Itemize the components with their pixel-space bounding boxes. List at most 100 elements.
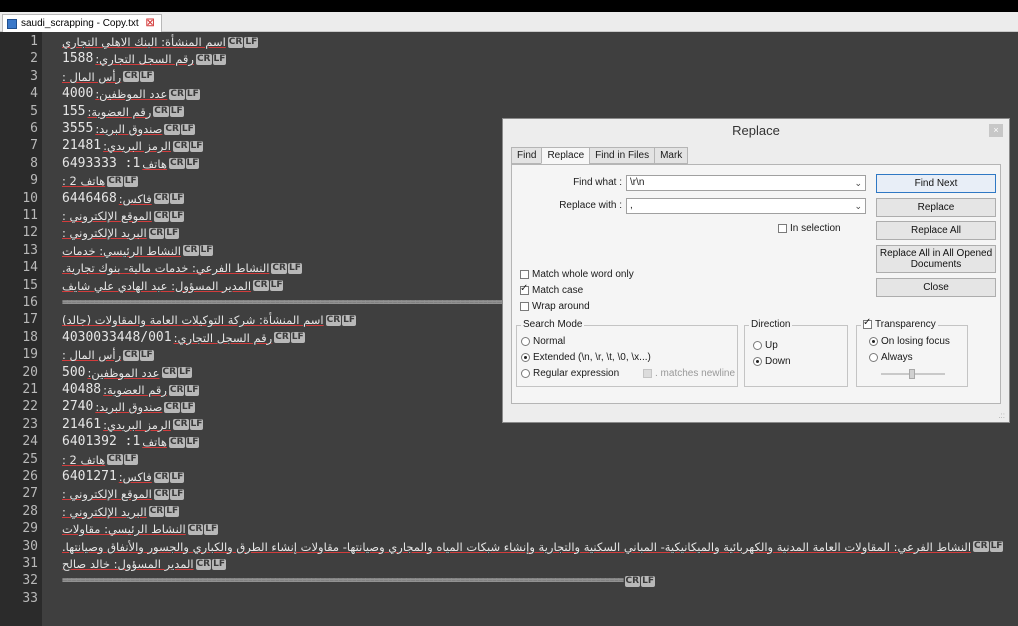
editor-line[interactable]: 3 رأس المال : CR LF — [0, 69, 1018, 85]
in-selection-option[interactable]: In selection — [778, 223, 841, 234]
close-tab-icon[interactable]: ☒ — [146, 18, 155, 29]
tab-find[interactable]: Find — [511, 147, 543, 164]
cr-marker: CR — [153, 106, 169, 118]
replace-all-docs-button[interactable]: Replace All in All Opened Documents — [876, 245, 996, 273]
lf-marker: LF — [170, 193, 185, 205]
match-case-option[interactable]: Match case — [520, 283, 583, 296]
tab-file[interactable]: saudi_scrapping - Copy.txt ☒ — [2, 14, 162, 32]
direction-up-option[interactable]: Up — [753, 340, 778, 351]
mode-regex-label: Regular expression — [533, 368, 620, 379]
arabic-text: النشاط الفرعي: المقاولات العامة المدنية … — [62, 539, 972, 554]
always-option[interactable]: Always — [869, 352, 913, 363]
match-case-checkbox[interactable] — [520, 283, 529, 295]
editor-line[interactable]: 32 ======================================… — [0, 573, 1018, 589]
line-content: ========================================… — [62, 573, 658, 589]
mode-normal-option[interactable]: Normal — [521, 336, 565, 347]
crlf-marker: CRLF — [168, 158, 200, 170]
editor-line[interactable]: 26 6401271 فاكس: CR LF — [0, 469, 1018, 485]
chevron-down-icon[interactable]: ⌄ — [854, 199, 862, 213]
match-whole-word-option[interactable]: Match whole word only — [520, 269, 634, 280]
lf-marker: LF — [165, 506, 180, 518]
replace-all-button[interactable]: Replace All — [876, 221, 996, 240]
tab-replace[interactable]: Replace — [541, 147, 591, 164]
replace-with-value: , — [630, 200, 633, 211]
editor-line[interactable]: 29 النشاط الرئيسي: مقاولات CR LF — [0, 521, 1018, 537]
mode-regex-option[interactable]: Regular expression — [521, 368, 619, 379]
line-content: 3555 صندوق البريد: CR LF — [62, 121, 198, 137]
replace-with-input[interactable]: , ⌄ — [626, 198, 866, 214]
editor-line[interactable]: 30 النشاط الفرعي: المقاولات العامة المدني… — [0, 539, 1018, 555]
tab-mark[interactable]: Mark — [654, 147, 689, 164]
mode-extended-option[interactable]: Extended (\n, \r, \t, \0, \x...) — [521, 352, 651, 363]
on-losing-focus-radio[interactable] — [869, 336, 878, 346]
editor-line[interactable]: 4 4000 عدد الموظفين: CR LF — [0, 86, 1018, 102]
crlf-marker: CRLF — [123, 349, 154, 361]
arabic-text: الرمز البريدي: — [103, 139, 171, 154]
arabic-text: المدير المسؤول: عبد الهادي علي شايف — [62, 278, 252, 293]
wrap-around-checkbox[interactable] — [520, 301, 529, 311]
mode-regex-radio[interactable] — [521, 368, 530, 378]
match-whole-word-checkbox[interactable] — [520, 269, 529, 279]
line-content: 4000 عدد الموظفين: CR LF — [62, 86, 203, 102]
transparency-checkbox[interactable] — [863, 317, 872, 329]
crlf-marker: CRLF — [624, 575, 656, 587]
editor-line[interactable]: 1 اسم المنشأة: البنك الاهلي التجاري CR LF — [0, 34, 1018, 50]
dialog-close-button[interactable]: × — [989, 124, 1003, 137]
lf-marker: LF — [244, 36, 259, 48]
wrap-around-option[interactable]: Wrap around — [520, 301, 590, 312]
lf-marker: LF — [170, 488, 185, 500]
lf-marker: LF — [123, 175, 138, 187]
line-content: 40488 رقم العضوية: CR LF — [62, 382, 202, 398]
crlf-marker: CRLF — [153, 471, 185, 483]
editor-line[interactable]: 31 المدير المسؤول: خالد صالح CR LF — [0, 556, 1018, 572]
mode-extended-radio[interactable] — [521, 352, 530, 362]
cr-marker: CR — [187, 523, 204, 535]
chevron-down-icon[interactable]: ⌄ — [854, 176, 862, 190]
line-number: 15 — [22, 277, 38, 293]
find-next-button[interactable]: Find Next — [876, 174, 996, 193]
crlf-marker: CRLF — [271, 262, 302, 274]
line-content: 155 رقم العضوية: CR LF — [62, 104, 187, 120]
mode-normal-radio[interactable] — [521, 336, 530, 346]
arabic-text: هاتف — [142, 435, 167, 450]
direction-group: Direction Up Down — [744, 319, 848, 387]
lf-marker: LF — [178, 367, 192, 379]
resize-grip[interactable]: .:: — [998, 411, 1005, 420]
editor-line[interactable]: 28 البريد الإلكتروني : CR LF — [0, 504, 1018, 520]
close-button[interactable]: Close — [876, 278, 996, 297]
line-content: 21461 الرمز البريدي: CR LF — [62, 417, 206, 433]
editor-line[interactable]: 33 — [0, 591, 1018, 607]
numeric-text: 155 — [62, 103, 86, 119]
tab-filename: saudi_scrapping - Copy.txt — [21, 18, 139, 29]
in-selection-checkbox[interactable] — [778, 223, 787, 233]
numeric-text: 6493333 :1 — [62, 155, 141, 171]
line-number: 24 — [22, 434, 38, 450]
on-losing-focus-option[interactable]: On losing focus — [869, 336, 950, 347]
lf-marker: LF — [123, 454, 138, 466]
line-content: 6446468 فاكس: CR LF — [62, 191, 187, 207]
line-number: 21 — [22, 382, 38, 397]
direction-down-radio[interactable] — [753, 356, 762, 366]
transparency-slider-thumb[interactable] — [909, 369, 915, 379]
direction-up-radio[interactable] — [753, 340, 762, 350]
always-radio[interactable] — [869, 352, 878, 362]
arabic-text: النشاط الفرعي: خدمات مالية- بنوك تجارية. — [62, 261, 270, 276]
editor-line[interactable]: 2 1588 رقم السجل التجاري: CR LF — [0, 51, 1018, 67]
tab-find-in-files[interactable]: Find in Files — [589, 147, 656, 164]
line-number: 6 — [30, 121, 38, 136]
replace-panel: Find what : \r\n ⌄ Replace with : , ⌄ In… — [511, 164, 1001, 404]
editor-line[interactable]: 24 6401392 :1 هاتف CR LF — [0, 434, 1018, 450]
crlf-marker: CRLF — [153, 210, 185, 222]
editor-line[interactable]: 27 الموقع الإلكتروني : CR LF — [0, 486, 1018, 502]
replace-button[interactable]: Replace — [876, 198, 996, 217]
editor-line[interactable]: 25 هاتف 2 : CR LF — [0, 452, 1018, 468]
direction-down-option[interactable]: Down — [753, 356, 791, 367]
arabic-text: رقم العضوية: — [103, 383, 167, 397]
find-what-input[interactable]: \r\n ⌄ — [626, 175, 866, 191]
line-number: 18 — [22, 329, 38, 345]
cr-marker: CR — [123, 71, 139, 83]
line-content: هاتف 2 : CR LF — [62, 452, 141, 468]
cr-marker: CR — [227, 36, 244, 48]
lf-marker: LF — [139, 71, 154, 83]
transparency-title-wrap[interactable]: Transparency — [861, 317, 938, 330]
